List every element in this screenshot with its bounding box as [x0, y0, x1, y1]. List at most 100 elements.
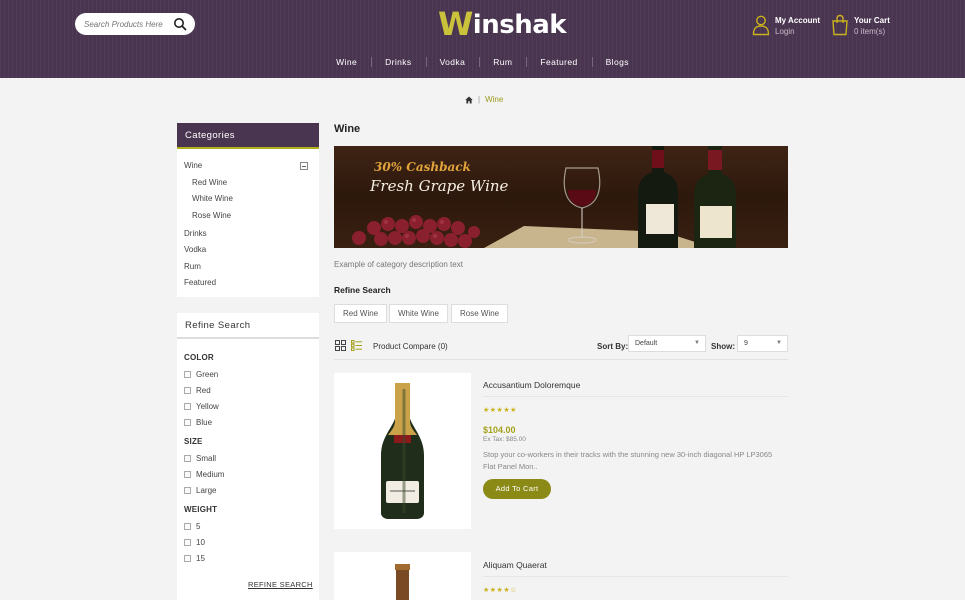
site-header: Winshak My Account Login Your Cart 0 ite…: [0, 0, 965, 78]
category-rose-wine[interactable]: Rose Wine: [192, 211, 231, 220]
product-ex-tax: Ex Tax: $85.00: [483, 436, 526, 443]
champagne-bottle-image: [381, 383, 424, 519]
refine-panel: Refine Search COLOR Green Red Yellow Blu…: [177, 313, 319, 600]
refine-search-button[interactable]: REFINE SEARCH: [248, 580, 313, 589]
filter-label: Medium: [196, 470, 225, 479]
category-vodka[interactable]: Vodka: [184, 245, 206, 254]
checkbox[interactable]: [184, 455, 191, 462]
filter-group-weight: WEIGHT: [184, 505, 218, 514]
show-select[interactable]: 9 ▼: [737, 335, 788, 352]
chip-rose-wine[interactable]: Rose Wine: [451, 304, 509, 323]
site-logo[interactable]: Winshak: [438, 5, 567, 43]
filter-red[interactable]: Red: [184, 386, 211, 395]
filter-group-size: SIZE: [184, 437, 203, 446]
search-box: [75, 13, 195, 35]
filter-weight-10[interactable]: 10: [184, 538, 205, 547]
sort-select[interactable]: Default ▼: [628, 335, 706, 352]
logo-text: inshak: [472, 10, 567, 40]
filter-label: Green: [196, 370, 219, 379]
filter-green[interactable]: Green: [184, 370, 218, 379]
categories-title: Categories: [177, 123, 319, 149]
nav-featured[interactable]: Featured: [526, 55, 591, 71]
your-cart[interactable]: Your Cart 0 item(s): [831, 14, 901, 38]
filter-label: Small: [196, 454, 217, 463]
search-icon[interactable]: [173, 17, 187, 31]
checkbox[interactable]: [184, 555, 191, 562]
checkbox[interactable]: [184, 403, 191, 410]
filter-label: 15: [196, 554, 205, 563]
checkbox[interactable]: [184, 471, 191, 478]
checkbox[interactable]: [184, 539, 191, 546]
nav-blogs[interactable]: Blogs: [591, 55, 643, 71]
banner-cashback: 30% Cashback: [374, 160, 471, 174]
show-label: Show:: [711, 342, 735, 351]
filter-group-color: COLOR: [184, 353, 214, 362]
nav-rum[interactable]: Rum: [479, 55, 526, 71]
category-banner[interactable]: 30% Cashback Fresh Grape Wine: [334, 146, 788, 248]
grid-view-icon[interactable]: [335, 340, 346, 351]
product-image[interactable]: [334, 373, 471, 529]
divider: [483, 576, 788, 577]
category-white-wine[interactable]: White Wine: [192, 194, 233, 203]
filter-label: 10: [196, 538, 205, 547]
chevron-down-icon: ▼: [776, 340, 782, 346]
shopping-bag-icon: [832, 14, 848, 36]
cart-count: 0 item(s): [854, 27, 886, 36]
product-name[interactable]: Aliquam Quaerat: [483, 560, 547, 570]
main-nav: Wine Drinks Vodka Rum Featured Blogs: [300, 55, 665, 71]
product-toolbar: Product Compare (0) Sort By: Default ▼ S…: [334, 334, 788, 360]
category-description: Example of category description text: [334, 260, 463, 269]
category-drinks[interactable]: Drinks: [184, 229, 207, 238]
filter-weight-5[interactable]: 5: [184, 522, 200, 531]
list-view-icon[interactable]: [351, 340, 362, 351]
chip-white-wine[interactable]: White Wine: [389, 304, 448, 323]
logo-initial: W: [438, 5, 473, 43]
collapse-icon[interactable]: [300, 162, 308, 170]
breadcrumb-separator: |: [478, 95, 481, 104]
product-price: $104.00: [483, 425, 516, 435]
breadcrumb-current[interactable]: Wine: [485, 95, 503, 104]
filter-label: 5: [196, 522, 201, 531]
checkbox[interactable]: [184, 523, 191, 530]
filter-weight-15[interactable]: 15: [184, 554, 205, 563]
nav-wine[interactable]: Wine: [322, 55, 371, 71]
add-to-cart-button[interactable]: Add To Cart: [483, 479, 551, 499]
login-link[interactable]: Login: [775, 27, 795, 36]
filter-blue[interactable]: Blue: [184, 418, 212, 427]
account-title: My Account: [775, 16, 821, 25]
category-featured[interactable]: Featured: [184, 278, 216, 287]
show-value: 9: [744, 340, 748, 347]
category-rum[interactable]: Rum: [184, 262, 201, 271]
cart-title: Your Cart: [854, 16, 890, 25]
rating-stars: ★★★★★: [483, 407, 517, 414]
filter-label: Red: [196, 386, 211, 395]
nav-vodka[interactable]: Vodka: [425, 55, 480, 71]
product-compare-link[interactable]: Product Compare (0): [373, 342, 448, 351]
nav-drinks[interactable]: Drinks: [371, 55, 426, 71]
refine-search-title: Refine Search: [334, 285, 391, 295]
filter-small[interactable]: Small: [184, 454, 216, 463]
banner-heading: Fresh Grape Wine: [370, 177, 509, 195]
filter-large[interactable]: Large: [184, 486, 216, 495]
chevron-down-icon: ▼: [694, 340, 700, 346]
page-title: Wine: [334, 123, 361, 135]
category-wine[interactable]: Wine: [184, 161, 202, 170]
product-name[interactable]: Accusantium Doloremque: [483, 380, 580, 390]
category-red-wine[interactable]: Red Wine: [192, 178, 227, 187]
product-image[interactable]: [334, 552, 471, 600]
breadcrumb: | Wine: [465, 95, 503, 104]
checkbox[interactable]: [184, 387, 191, 394]
search-input[interactable]: [84, 17, 170, 31]
filter-medium[interactable]: Medium: [184, 470, 224, 479]
home-icon[interactable]: [465, 96, 473, 104]
rating-stars: ★★★★☆: [483, 587, 517, 594]
checkbox[interactable]: [184, 371, 191, 378]
chip-red-wine[interactable]: Red Wine: [334, 304, 388, 323]
sort-label: Sort By:: [597, 342, 629, 351]
filter-yellow[interactable]: Yellow: [184, 402, 219, 411]
checkbox[interactable]: [184, 419, 191, 426]
page-content: | Wine Categories Wine Red Wine White Wi…: [75, 78, 890, 600]
checkbox[interactable]: [184, 487, 191, 494]
my-account[interactable]: My Account Login: [752, 14, 832, 38]
divider: [483, 396, 788, 397]
